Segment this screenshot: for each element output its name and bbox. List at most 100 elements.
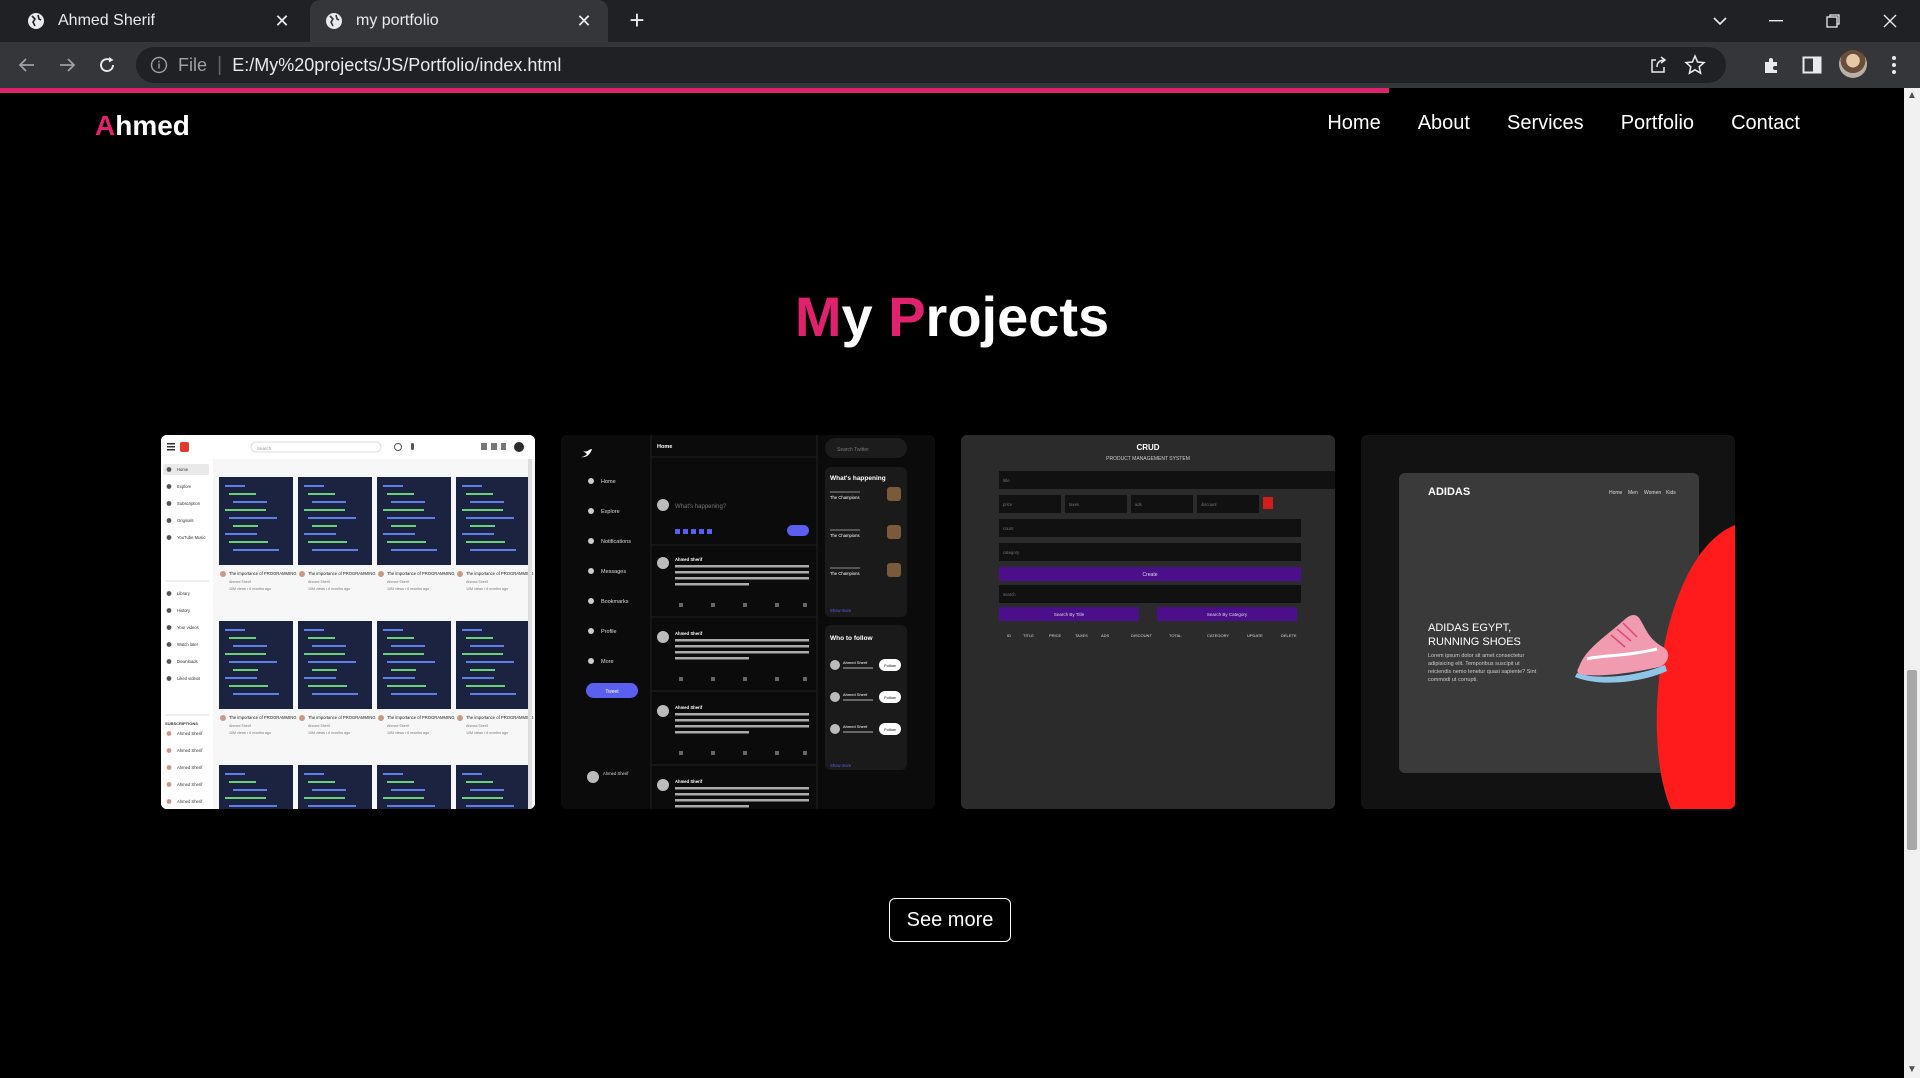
tw-tweet-text-line xyxy=(675,713,809,716)
scroll-up-arrow-icon[interactable]: ▲ xyxy=(1904,88,1920,104)
crud-column-header: TITLE xyxy=(1023,633,1034,638)
tw-menu-icon xyxy=(588,568,594,574)
project-card-adidas-landing[interactable]: ADIDAS Home Men Women Kids ADIDAS EGYPT, RU… xyxy=(1361,435,1735,809)
side-panel-icon[interactable] xyxy=(1799,52,1825,78)
forward-arrow-icon[interactable] xyxy=(52,50,82,80)
tw-menu-icon xyxy=(588,598,594,604)
yt-video-channel: Ahmed Sherif xyxy=(308,580,330,584)
yt-video-title: The importance of PROGRAMMING xyxy=(229,571,296,576)
scroll-down-arrow-icon[interactable]: ▼ xyxy=(1904,1062,1920,1078)
yt-thumb-code-line xyxy=(233,645,267,647)
address-bar[interactable]: File | E:/My%20projects/JS/Portfolio/ind… xyxy=(136,47,1726,83)
crud-input-price: price xyxy=(1003,502,1013,507)
yt-video-thumbnail xyxy=(456,621,530,709)
yt-thumb-code-line xyxy=(225,485,245,487)
title-rest-y: y xyxy=(841,285,873,348)
yt-menu-icon xyxy=(166,676,172,681)
browser-menu-kebab-icon[interactable] xyxy=(1881,52,1907,78)
yt-channel-avatar xyxy=(457,571,463,577)
tw-tweet-text-line xyxy=(675,645,809,648)
close-window-icon[interactable] xyxy=(1862,0,1918,42)
section-title: My Projects xyxy=(0,284,1904,349)
tw-tweet-action-icon xyxy=(775,677,779,681)
tw-menu-item: Explore xyxy=(601,509,620,515)
browser-tab-bar: Ahmed Sherif ✕ my portfolio ✕ + xyxy=(0,0,1920,42)
tw-tweet-avatar xyxy=(657,705,669,717)
extensions-puzzle-icon[interactable] xyxy=(1759,52,1785,78)
yt-thumb-code-line xyxy=(304,797,345,799)
profile-avatar[interactable] xyxy=(1839,50,1867,78)
new-tab-button[interactable]: + xyxy=(624,7,650,34)
tw-menu-icon xyxy=(588,478,594,484)
nav-link-contact[interactable]: Contact xyxy=(1731,112,1800,135)
tw-home-header: Home xyxy=(657,444,672,450)
url-text[interactable]: E:/My%20projects/JS/Portfolio/index.html xyxy=(232,55,561,76)
yt-thumb-code-line xyxy=(391,789,425,791)
yt-menu-icon xyxy=(166,591,172,596)
yt-video-title: The importance of PROGRAMMING xyxy=(466,571,533,576)
yt-video-card: The importance of PROGRAMMINGAhmed Sheri… xyxy=(219,621,296,735)
yt-menu-item: Originals xyxy=(177,518,194,523)
tw-tweet-avatar xyxy=(657,779,669,791)
tw-tweet-action-icon xyxy=(679,751,683,755)
yt-thumb-code-line xyxy=(304,533,336,535)
close-tab-icon[interactable]: ✕ xyxy=(574,11,594,31)
see-more-button[interactable]: See more xyxy=(889,898,1011,942)
tw-follow-name: Ahmed Sherif xyxy=(843,692,868,697)
yt-video-meta: 10M views • 6 months ago xyxy=(466,731,508,735)
yt-thumb-code-line xyxy=(225,653,266,655)
tw-tweet-action-icon xyxy=(743,677,747,681)
yt-channel-avatar xyxy=(457,715,463,721)
browser-tab-ahmed-sherif[interactable]: Ahmed Sherif ✕ xyxy=(8,0,306,42)
tab-search-chevron-icon[interactable] xyxy=(1692,0,1748,42)
restore-window-icon[interactable] xyxy=(1805,0,1861,42)
back-arrow-icon[interactable] xyxy=(12,50,42,80)
yt-thumb-code-line xyxy=(229,517,277,519)
tw-trend-label: The Champions xyxy=(830,571,860,576)
yt-video-thumbnail xyxy=(456,765,530,809)
yt-thumb-code-line xyxy=(383,485,403,487)
browser-tab-my-portfolio[interactable]: my portfolio ✕ xyxy=(310,0,608,42)
crud-search-title-button: Search By Title xyxy=(1054,612,1085,617)
tw-follow-name: Ahmed Sherif xyxy=(843,724,868,729)
share-icon[interactable] xyxy=(1648,55,1668,75)
yt-thumb-code-line xyxy=(304,653,345,655)
yt-thumb-code-line xyxy=(383,509,424,511)
title-accent-p: P xyxy=(888,285,926,348)
close-tab-icon[interactable]: ✕ xyxy=(272,11,292,31)
project-card-youtube-clone[interactable]: Search Home Explore Subscription Originals Y… xyxy=(161,435,535,809)
project-card-crud-app[interactable]: CRUD PRODUCT MANAGEMENT SYSTEM title pri… xyxy=(961,435,1335,809)
globe-icon xyxy=(28,13,44,29)
tw-menu-item: Notifications xyxy=(601,539,631,545)
bookmark-star-icon[interactable] xyxy=(1684,54,1706,76)
reload-icon[interactable] xyxy=(92,50,122,80)
minimize-window-icon[interactable] xyxy=(1748,0,1804,42)
tw-search-placeholder: Search Twitter xyxy=(837,447,869,453)
tw-tweet-author: Ahmed Sherif xyxy=(675,705,703,710)
info-icon[interactable] xyxy=(150,56,168,74)
yt-video-thumbnail xyxy=(456,477,530,565)
yt-menu-item: YouTube Music xyxy=(177,535,206,540)
yt-thumb-code-line xyxy=(233,789,267,791)
yt-thumb-code-line xyxy=(383,797,424,799)
page-scrollbar[interactable]: ▲ ▼ xyxy=(1904,88,1920,1078)
yt-video-card: The importance of PROGRAMMINGAhmed Sheri… xyxy=(377,765,451,809)
crud-input-category: category xyxy=(1003,550,1020,555)
yt-subscription-avatar xyxy=(166,782,172,787)
scrollbar-thumb[interactable] xyxy=(1907,670,1917,850)
crud-input-search: search xyxy=(1003,592,1016,597)
nav-link-home[interactable]: Home xyxy=(1327,112,1380,135)
nav-link-about[interactable]: About xyxy=(1418,112,1470,135)
nav-link-services[interactable]: Services xyxy=(1507,112,1584,135)
tw-trend-thumbnail xyxy=(887,563,901,577)
yt-thumb-code-line xyxy=(391,693,437,695)
nav-link-portfolio[interactable]: Portfolio xyxy=(1621,112,1694,135)
site-logo[interactable]: Ahmed xyxy=(95,110,190,142)
tw-tweet-text-line xyxy=(675,719,809,722)
crud-input-title: title xyxy=(1003,478,1010,483)
tw-menu-item: Profile xyxy=(601,629,617,635)
yt-thumb-code-line xyxy=(225,677,257,679)
project-card-twitter-clone[interactable]: Home Explore Notifications Messages Bookmark… xyxy=(561,435,935,809)
tw-menu-icon xyxy=(588,658,594,664)
yt-thumb-code-line xyxy=(462,485,482,487)
